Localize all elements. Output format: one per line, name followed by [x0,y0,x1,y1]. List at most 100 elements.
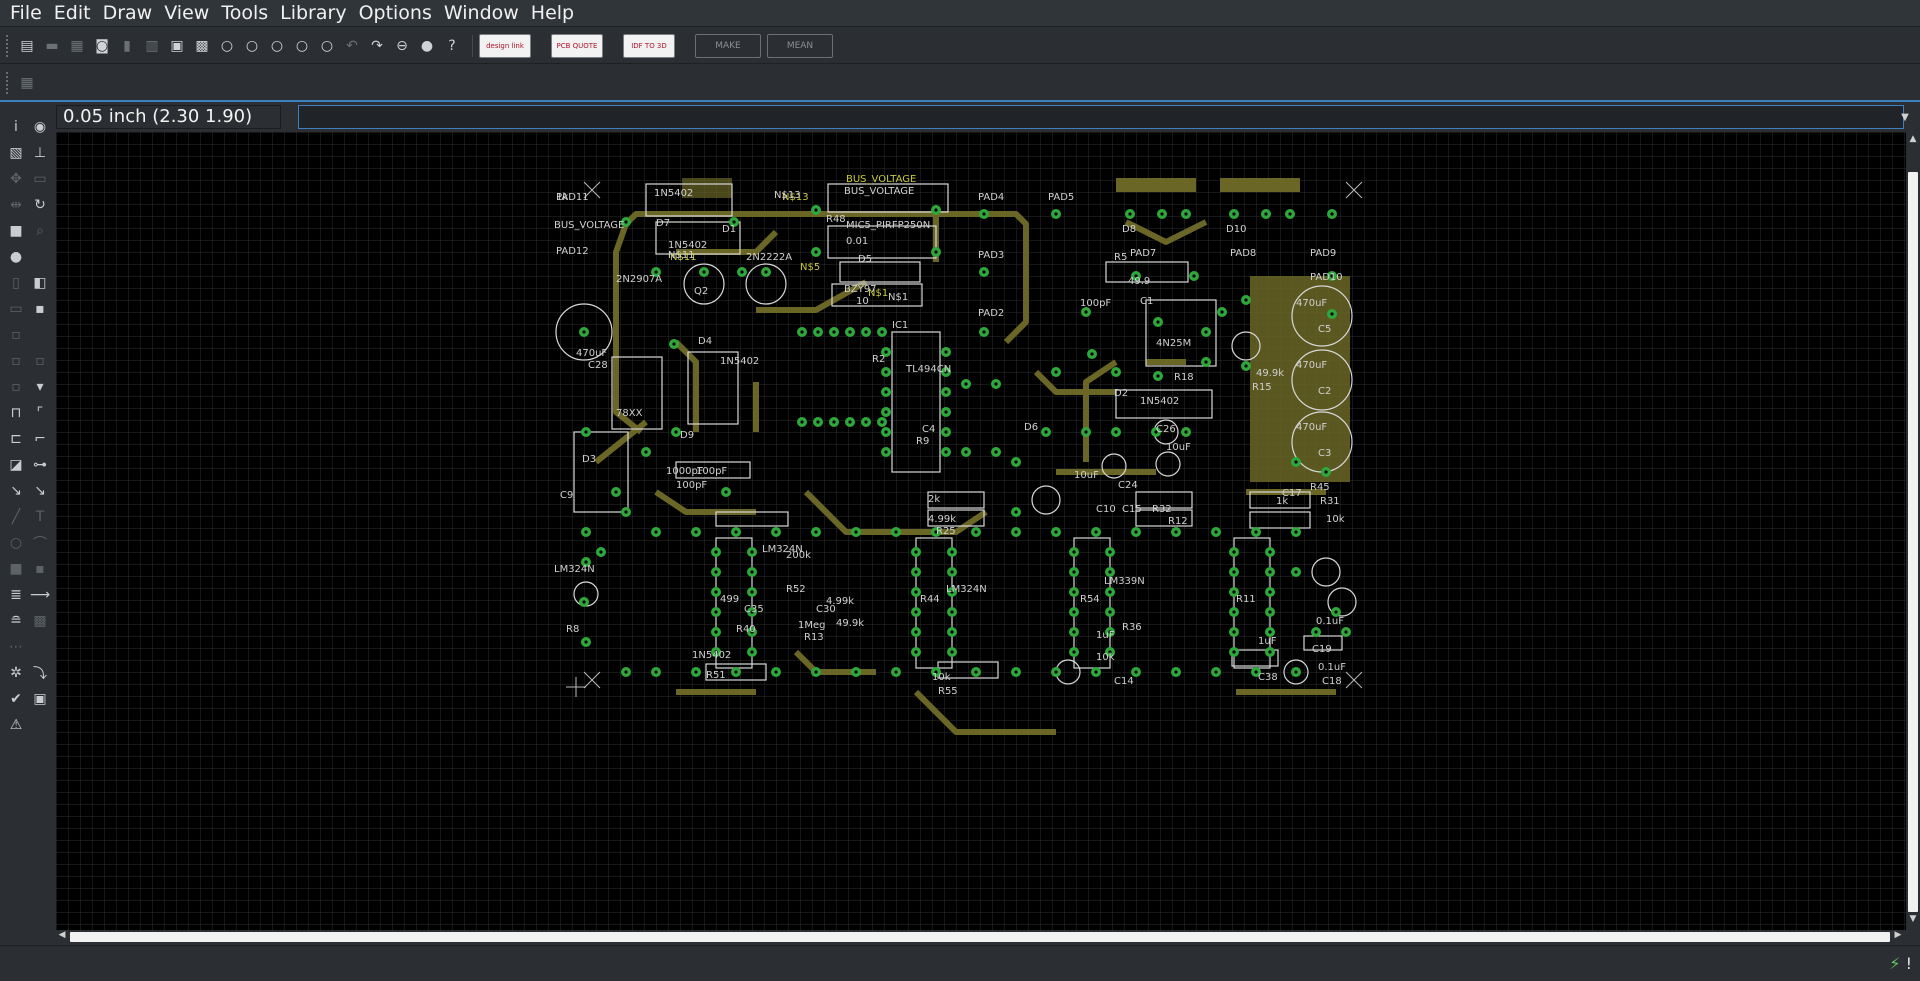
pad-drill [884,430,888,434]
replace-icon[interactable]: ◧ [30,273,50,293]
pad-drill [1254,530,1258,534]
erc-icon[interactable]: ▣ [30,689,50,709]
mirror-icon[interactable]: ⇹ [6,195,26,215]
make-button[interactable]: MAKE [695,33,761,58]
menu-file[interactable]: File [4,0,48,27]
split-icon[interactable]: ⊓ [6,403,26,423]
component-label: PAD8 [1230,248,1256,259]
mark-icon[interactable]: ⊥ [30,143,50,163]
ratsnest-icon[interactable]: ≣ [6,585,26,605]
idf-to-3d-button[interactable]: IDF TO 3D [623,33,675,58]
pcb-quote-button[interactable]: PCB QUOTE [551,33,603,58]
menu-library[interactable]: Library [274,0,352,27]
pcb-layout[interactable]: BUS_VOLTAGE N$13 N$11 N$1 N$5 PAD11PAD12… [56,132,1906,930]
param-toolbar-grip[interactable] [6,71,10,94]
lightning-icon[interactable]: ⚡ [1889,954,1900,973]
command-line-input[interactable] [298,105,1904,129]
arc-icon[interactable]: ↘ [30,481,50,501]
mean-button[interactable]: MEAN [767,33,833,58]
zoom-fit-icon[interactable]: ○ [216,35,238,57]
switch-icon[interactable]: ▮ [116,35,138,57]
signal-icon[interactable]: ⌒ [30,533,50,553]
optimize-icon[interactable]: ▾ [30,377,50,397]
delete-icon[interactable]: ▭ [6,299,26,319]
text-icon[interactable]: ⊶ [30,455,50,475]
scroll-right-icon[interactable]: ▶ [1892,930,1904,940]
component-label: LM339N [1104,576,1145,587]
zoom-out-icon[interactable]: ○ [266,35,288,57]
zoom-redraw-icon[interactable]: ○ [291,35,313,57]
wire-icon[interactable]: ◪ [6,455,26,475]
menu-view[interactable]: View [158,0,215,27]
board-icon[interactable]: ▩ [191,35,213,57]
menu-draw[interactable]: Draw [97,0,159,27]
smash-icon[interactable]: ▫ [6,351,26,371]
zoom-tool-icon[interactable]: ⌕ [30,221,50,241]
stop-icon[interactable]: ⊖ [391,35,413,57]
route-icon[interactable]: ⊏ [6,429,26,449]
go-icon[interactable]: ● [416,35,438,57]
horizontal-scroll-thumb[interactable] [70,932,1890,942]
star-icon[interactable]: ✲ [6,663,26,683]
script-icon[interactable]: ▥ [141,35,163,57]
drc-check-icon[interactable]: ✔ [6,689,26,709]
vertical-scroll-thumb[interactable] [1908,172,1918,912]
undo-icon[interactable]: ↶ [341,35,363,57]
menu-window[interactable]: Window [438,0,525,27]
command-row: 0.05 inch (2.30 1.90) ▼ [0,103,1920,131]
move-icon[interactable]: ✥ [6,169,26,189]
polygon-icon[interactable]: T [30,507,50,527]
menu-options[interactable]: Options [353,0,438,27]
design-link-button[interactable]: design link [479,33,531,58]
scroll-left-icon[interactable]: ◀ [56,930,68,940]
layer-icon[interactable]: ⋯ [6,637,26,657]
ripup-icon[interactable]: ⌐ [30,429,50,449]
menu-tools[interactable]: Tools [215,0,274,27]
group-icon[interactable]: ■ [6,221,26,241]
trace-icon[interactable]: ⤵ [30,663,50,683]
hole-icon[interactable]: ■ [6,559,26,579]
warning-icon[interactable]: ⚠ [6,715,26,735]
info-icon[interactable]: i [6,117,26,137]
value-icon[interactable]: ▫ [30,351,50,371]
pad-drill [584,530,588,534]
circle-icon[interactable]: ↘ [6,481,26,501]
vertical-scrollbar[interactable]: ▲ ▼ [1906,132,1920,930]
attribute-icon[interactable]: ▪ [30,559,50,579]
miter-icon[interactable]: ⌜ [30,403,50,423]
rect-icon[interactable]: ╱ [6,507,26,527]
add-icon[interactable]: ▪ [30,299,50,319]
scroll-up-icon[interactable]: ▲ [1907,134,1919,144]
display-layers-icon[interactable]: ▧ [6,143,26,163]
rotate-icon[interactable]: ↻ [30,195,50,215]
component-label: R18 [1174,372,1194,383]
via-icon[interactable]: ○ [6,533,26,553]
paste-icon[interactable]: ▯ [6,273,26,293]
redo-icon[interactable]: ↷ [366,35,388,57]
dimension-icon[interactable]: ≘ [6,611,26,631]
board-canvas[interactable]: BUS_VOLTAGE N$13 N$11 N$1 N$5 PAD11 PAD12… [56,132,1906,930]
print-icon[interactable]: ▦ [66,35,88,57]
show-icon[interactable]: ◉ [30,117,50,137]
cam-icon[interactable]: ◙ [91,35,113,57]
horizontal-scrollbar[interactable]: ◀ ▶ [56,930,1906,944]
zoom-area-icon[interactable]: ○ [316,35,338,57]
save-icon[interactable]: ▬ [41,35,63,57]
scroll-down-icon[interactable]: ▼ [1907,914,1919,924]
measure-icon[interactable]: ▩ [30,611,50,631]
menu-help[interactable]: Help [525,0,580,27]
change-icon[interactable]: ● [6,247,26,267]
alert-icon[interactable]: ! [1906,954,1912,973]
toolbar-grip[interactable] [6,34,10,57]
help-button[interactable]: ? [441,35,463,57]
grid-icon[interactable]: ▦ [16,72,38,94]
name-icon[interactable]: ▫ [6,377,26,397]
menu-edit[interactable]: Edit [48,0,97,27]
open-icon[interactable]: ▤ [16,35,38,57]
ulp-icon[interactable]: ▣ [166,35,188,57]
zoom-in-icon[interactable]: ○ [241,35,263,57]
copy-icon[interactable]: ▭ [30,169,50,189]
command-history-dropdown[interactable]: ▼ [1896,105,1914,129]
autorouter-icon[interactable]: ⟶ [30,585,50,605]
lock-icon[interactable]: ▫ [6,325,26,345]
